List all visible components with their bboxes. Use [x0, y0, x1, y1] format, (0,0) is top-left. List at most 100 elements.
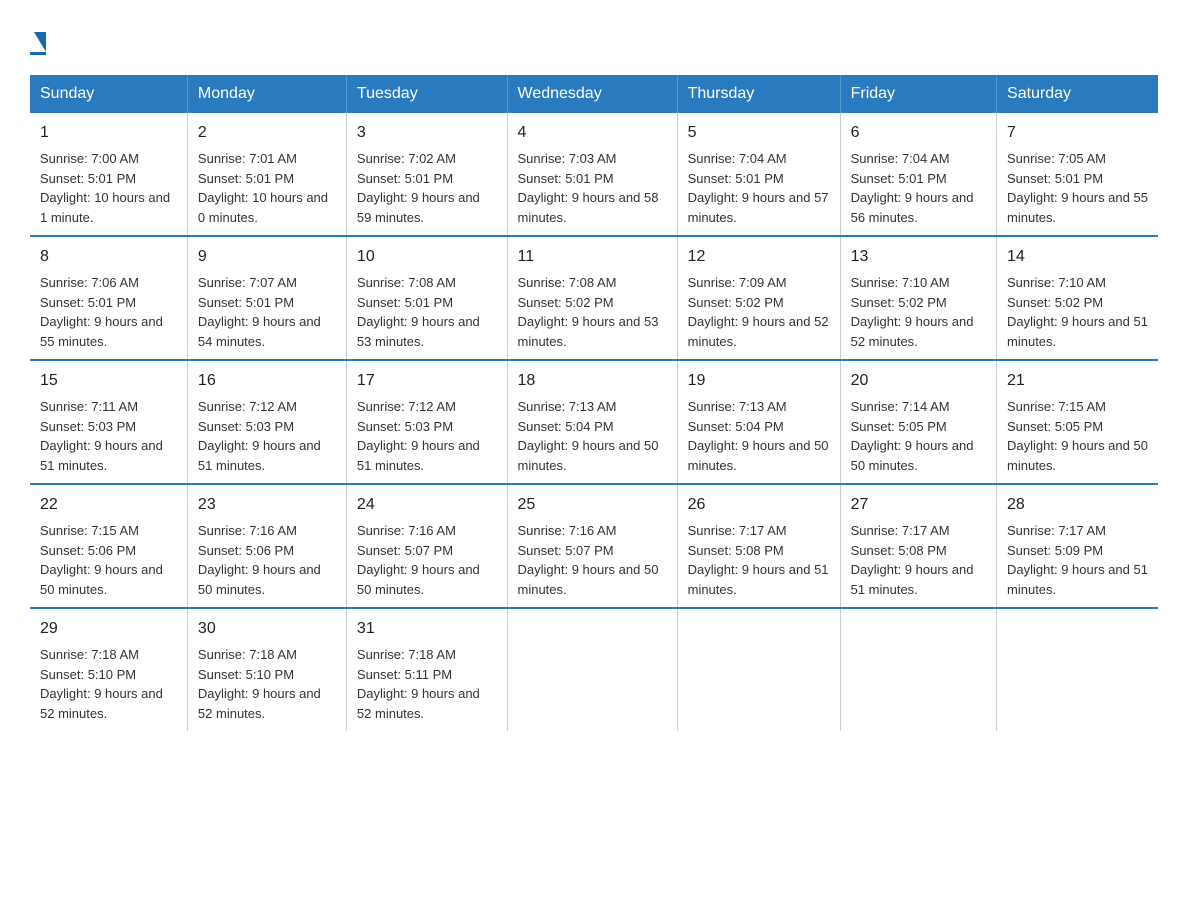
day-info: Sunrise: 7:15 AMSunset: 5:05 PMDaylight:… [1007, 397, 1148, 475]
day-number: 12 [688, 245, 830, 269]
page-header [30, 30, 1158, 55]
day-info: Sunrise: 7:13 AMSunset: 5:04 PMDaylight:… [688, 397, 830, 475]
calendar-cell: 30 Sunrise: 7:18 AMSunset: 5:10 PMDayligh… [187, 608, 346, 731]
day-number: 22 [40, 493, 177, 517]
day-number: 23 [198, 493, 336, 517]
day-info: Sunrise: 7:16 AMSunset: 5:07 PMDaylight:… [518, 521, 667, 599]
calendar-cell: 25 Sunrise: 7:16 AMSunset: 5:07 PMDayligh… [507, 484, 677, 608]
day-number: 26 [688, 493, 830, 517]
day-number: 27 [851, 493, 986, 517]
calendar-cell: 20Sunrise: 7:14 AMSunset: 5:05 PMDayligh… [840, 360, 996, 484]
day-number: 15 [40, 369, 177, 393]
day-number: 5 [688, 121, 830, 145]
day-info: Sunrise: 7:15 AMSunset: 5:06 PMDaylight:… [40, 521, 177, 599]
day-number: 11 [518, 245, 667, 269]
calendar-cell: 22 Sunrise: 7:15 AMSunset: 5:06 PMDayligh… [30, 484, 187, 608]
day-info: Sunrise: 7:18 AMSunset: 5:10 PMDaylight:… [40, 645, 177, 723]
day-info: Sunrise: 7:01 AMSunset: 5:01 PMDaylight:… [198, 149, 336, 227]
day-number: 24 [357, 493, 497, 517]
calendar-cell: 27 Sunrise: 7:17 AMSunset: 5:08 PMDayligh… [840, 484, 996, 608]
header-saturday: Saturday [997, 75, 1158, 113]
calendar-cell [677, 608, 840, 731]
day-number: 1 [40, 121, 177, 145]
day-info: Sunrise: 7:09 AMSunset: 5:02 PMDaylight:… [688, 273, 830, 351]
day-info: Sunrise: 7:07 AMSunset: 5:01 PMDaylight:… [198, 273, 336, 351]
day-number: 30 [198, 617, 336, 641]
day-info: Sunrise: 7:14 AMSunset: 5:05 PMDaylight:… [851, 397, 986, 475]
calendar-cell [840, 608, 996, 731]
logo-divider [30, 52, 46, 55]
week-row-5: 29 Sunrise: 7:18 AMSunset: 5:10 PMDayligh… [30, 608, 1158, 731]
week-row-4: 22 Sunrise: 7:15 AMSunset: 5:06 PMDayligh… [30, 484, 1158, 608]
day-number: 8 [40, 245, 177, 269]
calendar-cell: 23 Sunrise: 7:16 AMSunset: 5:06 PMDayligh… [187, 484, 346, 608]
day-info: Sunrise: 7:17 AMSunset: 5:08 PMDaylight:… [851, 521, 986, 599]
calendar-cell: 11 Sunrise: 7:08 AMSunset: 5:02 PMDayligh… [507, 236, 677, 360]
week-row-2: 8 Sunrise: 7:06 AMSunset: 5:01 PMDaylight… [30, 236, 1158, 360]
logo [30, 30, 46, 55]
calendar-cell: 26 Sunrise: 7:17 AMSunset: 5:08 PMDayligh… [677, 484, 840, 608]
day-info: Sunrise: 7:00 AMSunset: 5:01 PMDaylight:… [40, 149, 177, 227]
day-info: Sunrise: 7:13 AMSunset: 5:04 PMDaylight:… [518, 397, 667, 475]
day-number: 3 [357, 121, 497, 145]
calendar-cell: 9 Sunrise: 7:07 AMSunset: 5:01 PMDaylight… [187, 236, 346, 360]
header-monday: Monday [187, 75, 346, 113]
day-info: Sunrise: 7:16 AMSunset: 5:07 PMDaylight:… [357, 521, 497, 599]
day-number: 10 [357, 245, 497, 269]
day-number: 16 [198, 369, 336, 393]
day-info: Sunrise: 7:12 AMSunset: 5:03 PMDaylight:… [357, 397, 497, 475]
day-number: 19 [688, 369, 830, 393]
calendar-table: SundayMondayTuesdayWednesdayThursdayFrid… [30, 75, 1158, 731]
calendar-cell: 13Sunrise: 7:10 AMSunset: 5:02 PMDayligh… [840, 236, 996, 360]
header-tuesday: Tuesday [346, 75, 507, 113]
calendar-cell: 4 Sunrise: 7:03 AMSunset: 5:01 PMDaylight… [507, 113, 677, 236]
calendar-cell: 21 Sunrise: 7:15 AMSunset: 5:05 PMDayligh… [997, 360, 1158, 484]
calendar-cell: 19 Sunrise: 7:13 AMSunset: 5:04 PMDayligh… [677, 360, 840, 484]
day-number: 14 [1007, 245, 1148, 269]
calendar-cell: 29 Sunrise: 7:18 AMSunset: 5:10 PMDayligh… [30, 608, 187, 731]
day-info: Sunrise: 7:11 AMSunset: 5:03 PMDaylight:… [40, 397, 177, 475]
calendar-cell: 17 Sunrise: 7:12 AMSunset: 5:03 PMDayligh… [346, 360, 507, 484]
day-info: Sunrise: 7:17 AMSunset: 5:08 PMDaylight:… [688, 521, 830, 599]
day-info: Sunrise: 7:08 AMSunset: 5:02 PMDaylight:… [518, 273, 667, 351]
calendar-cell [997, 608, 1158, 731]
header-sunday: Sunday [30, 75, 187, 113]
day-info: Sunrise: 7:03 AMSunset: 5:01 PMDaylight:… [518, 149, 667, 227]
week-row-1: 1 Sunrise: 7:00 AMSunset: 5:01 PMDaylight… [30, 113, 1158, 236]
header-wednesday: Wednesday [507, 75, 677, 113]
logo-triangle-icon [34, 32, 46, 52]
day-info: Sunrise: 7:06 AMSunset: 5:01 PMDaylight:… [40, 273, 177, 351]
calendar-header-row: SundayMondayTuesdayWednesdayThursdayFrid… [30, 75, 1158, 113]
calendar-cell: 8 Sunrise: 7:06 AMSunset: 5:01 PMDaylight… [30, 236, 187, 360]
day-number: 25 [518, 493, 667, 517]
day-number: 13 [851, 245, 986, 269]
day-info: Sunrise: 7:05 AMSunset: 5:01 PMDaylight:… [1007, 149, 1148, 227]
day-info: Sunrise: 7:02 AMSunset: 5:01 PMDaylight:… [357, 149, 497, 227]
day-info: Sunrise: 7:10 AMSunset: 5:02 PMDaylight:… [1007, 273, 1148, 351]
calendar-cell: 1 Sunrise: 7:00 AMSunset: 5:01 PMDaylight… [30, 113, 187, 236]
week-row-3: 15 Sunrise: 7:11 AMSunset: 5:03 PMDayligh… [30, 360, 1158, 484]
calendar-cell: 12 Sunrise: 7:09 AMSunset: 5:02 PMDayligh… [677, 236, 840, 360]
calendar-cell: 6 Sunrise: 7:04 AMSunset: 5:01 PMDaylight… [840, 113, 996, 236]
day-info: Sunrise: 7:04 AMSunset: 5:01 PMDaylight:… [851, 149, 986, 227]
day-number: 17 [357, 369, 497, 393]
calendar-cell: 2 Sunrise: 7:01 AMSunset: 5:01 PMDaylight… [187, 113, 346, 236]
day-number: 29 [40, 617, 177, 641]
calendar-cell: 7Sunrise: 7:05 AMSunset: 5:01 PMDaylight… [997, 113, 1158, 236]
day-info: Sunrise: 7:17 AMSunset: 5:09 PMDaylight:… [1007, 521, 1148, 599]
day-number: 2 [198, 121, 336, 145]
day-number: 9 [198, 245, 336, 269]
day-number: 6 [851, 121, 986, 145]
day-number: 18 [518, 369, 667, 393]
day-number: 28 [1007, 493, 1148, 517]
day-info: Sunrise: 7:18 AMSunset: 5:10 PMDaylight:… [198, 645, 336, 723]
calendar-cell: 5Sunrise: 7:04 AMSunset: 5:01 PMDaylight… [677, 113, 840, 236]
day-info: Sunrise: 7:12 AMSunset: 5:03 PMDaylight:… [198, 397, 336, 475]
day-number: 4 [518, 121, 667, 145]
header-thursday: Thursday [677, 75, 840, 113]
day-number: 21 [1007, 369, 1148, 393]
day-info: Sunrise: 7:16 AMSunset: 5:06 PMDaylight:… [198, 521, 336, 599]
calendar-cell: 3 Sunrise: 7:02 AMSunset: 5:01 PMDaylight… [346, 113, 507, 236]
calendar-cell: 24 Sunrise: 7:16 AMSunset: 5:07 PMDayligh… [346, 484, 507, 608]
day-number: 31 [357, 617, 497, 641]
